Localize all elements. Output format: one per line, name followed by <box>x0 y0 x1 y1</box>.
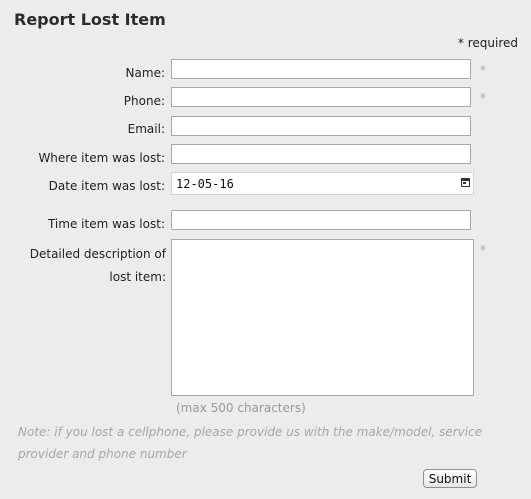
time-lost-label: Time item was lost: <box>47 217 165 231</box>
name-label: Name: <box>125 66 165 80</box>
name-required-marker: * <box>480 63 486 77</box>
email-field[interactable] <box>171 116 471 136</box>
time-lost-field[interactable] <box>171 210 471 230</box>
date-lost-field[interactable]: 12-05-16 <box>171 172 474 195</box>
description-label: Detailed description of lost item: <box>29 247 166 284</box>
phone-field[interactable] <box>171 87 471 107</box>
description-required-marker: * <box>480 243 486 257</box>
page-title: Report Lost Item <box>14 10 166 29</box>
date-lost-label: Date item was lost: <box>48 179 165 193</box>
phone-label: Phone: <box>123 94 165 108</box>
description-textarea[interactable] <box>171 239 474 396</box>
date-lost-value: 12-05-16 <box>176 177 234 191</box>
calendar-icon[interactable] <box>461 178 470 187</box>
name-field[interactable] <box>171 59 471 79</box>
submit-button[interactable]: Submit <box>423 469 477 488</box>
phone-required-marker: * <box>480 91 486 105</box>
email-label: Email: <box>127 122 165 136</box>
cellphone-note: Note: if you lost a cellphone, please pr… <box>18 425 483 461</box>
where-lost-field[interactable] <box>171 144 471 164</box>
where-lost-label: Where item was lost: <box>38 151 165 165</box>
required-legend: * required <box>457 36 518 50</box>
max-characters-hint: (max 500 characters) <box>176 401 306 415</box>
